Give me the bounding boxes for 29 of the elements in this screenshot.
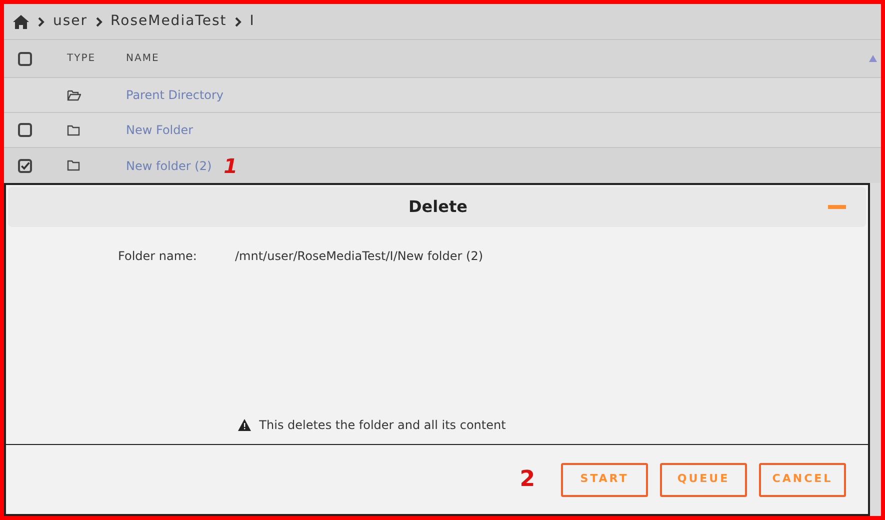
- breadcrumb-link[interactable]: I: [250, 11, 255, 32]
- open-folder-icon: [67, 90, 81, 100]
- checkbox[interactable]: [18, 52, 32, 66]
- dialog-button[interactable]: START: [561, 462, 648, 496]
- dialog-title: Delete: [408, 196, 468, 218]
- folder-link[interactable]: New folder (2): [126, 156, 212, 174]
- breadcrumb-link[interactable]: RoseMediaTest: [110, 11, 227, 32]
- dialog-button[interactable]: CANCEL: [759, 462, 846, 496]
- chevron-right-icon: [38, 16, 45, 26]
- table-row[interactable]: New folder (2) 1: [4, 148, 881, 183]
- dialog-button[interactable]: QUEUE: [660, 462, 747, 496]
- folder-link[interactable]: New Folder: [126, 121, 194, 139]
- field-label: Folder name:: [118, 248, 198, 265]
- folder-icon: [67, 160, 80, 171]
- annotation-mark: 2: [520, 466, 535, 494]
- checkbox[interactable]: [18, 158, 32, 172]
- folder-link[interactable]: Parent Directory: [126, 86, 224, 104]
- annotation-mark: 1: [224, 152, 238, 180]
- column-header[interactable]: TYPE: [67, 51, 126, 66]
- checkbox[interactable]: [18, 123, 32, 137]
- column-header[interactable]: NAME: [126, 51, 160, 66]
- warning-icon: [238, 419, 252, 431]
- chevron-right-icon: [234, 16, 242, 26]
- warning-text: This deletes the folder and all its content: [259, 417, 506, 434]
- field-value: /mnt/user/RoseMediaTest/I/New folder (2): [235, 248, 484, 265]
- folder-icon: [67, 124, 80, 136]
- chevron-right-icon: [96, 16, 103, 26]
- breadcrumb-link[interactable]: user: [53, 11, 88, 32]
- home-icon[interactable]: [12, 14, 30, 29]
